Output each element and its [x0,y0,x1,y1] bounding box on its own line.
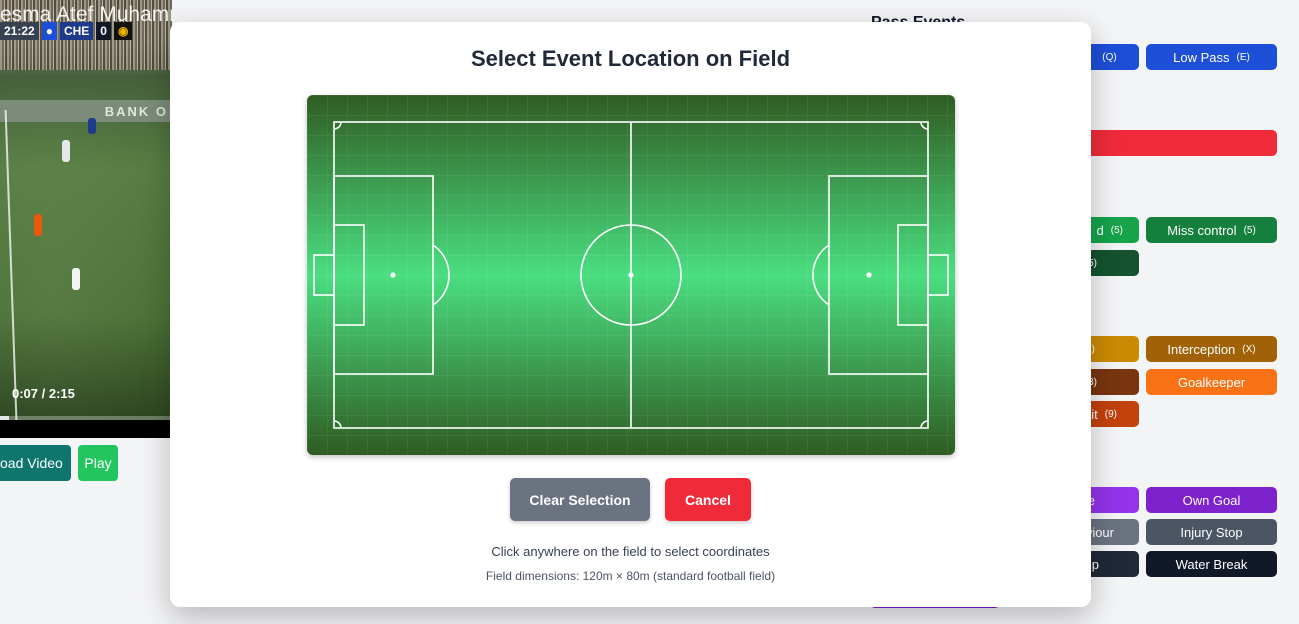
field-dimensions-text: Field dimensions: 120m × 80m (standard f… [485,569,776,583]
cancel-button[interactable]: Cancel [665,478,751,521]
clear-selection-button[interactable]: Clear Selection [510,478,650,521]
instruction-text: Click anywhere on the field to select co… [491,544,770,559]
field-svg[interactable] [307,95,955,455]
center-spot [628,272,634,278]
right-penalty-spot [866,272,872,278]
football-field[interactable] [307,95,955,455]
left-penalty-spot [390,272,396,278]
modal-title: Select Event Location on Field [470,46,791,71]
field-location-modal: Select Event Location on Field Clear Sel… [170,22,1091,607]
